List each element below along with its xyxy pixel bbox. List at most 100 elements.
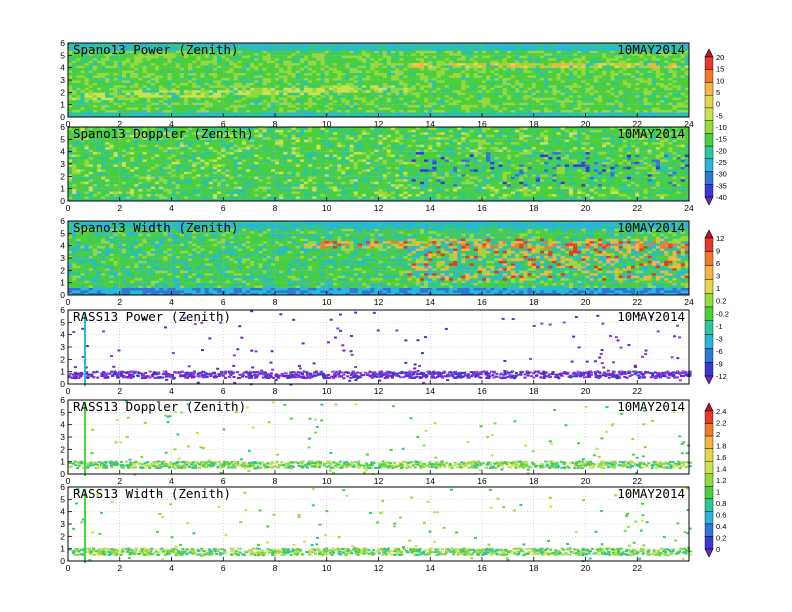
heatmap-cell (536, 58, 541, 61)
heatmap-cell (528, 102, 533, 105)
heatmap-cell (420, 68, 425, 71)
heatmap-cell (358, 53, 363, 56)
heatmap-cell (573, 95, 578, 98)
heatmap-cell (225, 70, 230, 73)
heatmap-cell (304, 58, 309, 61)
heatmap-cell (292, 75, 297, 78)
heatmap-cell (345, 50, 350, 53)
heatmap-cell (184, 112, 189, 115)
heatmap-cell (97, 186, 102, 189)
heatmap-cell (138, 105, 143, 108)
heatmap-cell (623, 58, 628, 61)
heatmap-cell (552, 110, 557, 113)
heatmap-cell (308, 63, 313, 66)
heatmap-cell (358, 45, 363, 48)
heatmap-cell (544, 95, 549, 98)
heatmap-cell (267, 105, 272, 108)
heatmap-cell (316, 105, 321, 108)
heatmap-cell (407, 58, 412, 61)
heatmap-cell (540, 45, 545, 48)
heatmap-cell (581, 75, 586, 78)
heatmap-cell (486, 58, 491, 61)
heatmap-cell (586, 112, 591, 115)
heatmap-cell (474, 55, 479, 58)
heatmap-cell (391, 82, 396, 85)
heatmap-cell (205, 112, 210, 115)
heatmap-cell (93, 144, 98, 147)
heatmap-cell (362, 60, 367, 63)
heatmap-cell (300, 100, 305, 103)
heatmap-cell (329, 82, 334, 85)
heatmap-cell (68, 189, 73, 192)
heatmap-cell (246, 68, 251, 71)
heatmap-cell (275, 92, 280, 95)
heatmap-cell (424, 85, 429, 88)
heatmap-cell (279, 95, 284, 98)
heatmap-cell (453, 80, 458, 83)
heatmap-cell (143, 95, 148, 98)
heatmap-cell (358, 112, 363, 115)
heatmap-cell (312, 45, 317, 48)
heatmap-cell (519, 97, 524, 100)
heatmap-cell (619, 63, 624, 66)
heatmap-cell (519, 50, 524, 53)
heatmap-cell (449, 92, 454, 95)
heatmap-cell (424, 102, 429, 105)
heatmap-cell (72, 112, 77, 115)
heatmap-cell (333, 95, 338, 98)
heatmap-cell (217, 95, 222, 98)
heatmap-cell (234, 102, 239, 105)
heatmap-cell (577, 82, 582, 85)
heatmap-cell (614, 90, 619, 93)
heatmap-cell (209, 80, 214, 83)
heatmap-cell (345, 110, 350, 113)
heatmap-cell (362, 70, 367, 73)
heatmap-cell (72, 92, 77, 95)
heatmap-cell (89, 80, 94, 83)
heatmap-cell (544, 60, 549, 63)
heatmap-cell (97, 149, 102, 152)
heatmap-cell (474, 95, 479, 98)
heatmap-cell (89, 95, 94, 98)
heatmap-cell (72, 82, 77, 85)
heatmap-cell (366, 60, 371, 63)
heatmap-cell (482, 50, 487, 53)
heatmap-cell (507, 97, 512, 100)
heatmap-cell (424, 90, 429, 93)
heatmap-cell (445, 50, 450, 53)
heatmap-cell (548, 55, 553, 58)
heatmap-cell (482, 92, 487, 95)
heatmap-cell (238, 97, 243, 100)
heatmap-cell (457, 92, 462, 95)
heatmap-cell (432, 48, 437, 51)
heatmap-cell (312, 87, 317, 90)
heatmap-cell (217, 90, 222, 93)
heatmap-cell (598, 63, 603, 66)
heatmap-cell (424, 50, 429, 53)
heatmap-cell (76, 100, 81, 103)
heatmap-cell (292, 95, 297, 98)
heatmap-cell (229, 97, 234, 100)
heatmap-cell (681, 90, 686, 93)
heatmap-cell (101, 179, 106, 182)
heatmap-cell (619, 68, 624, 71)
heatmap-cell (561, 80, 566, 83)
heatmap-cell (130, 80, 135, 83)
heatmap-cell (606, 75, 611, 78)
heatmap-cell (93, 147, 98, 150)
heatmap-cell (109, 73, 114, 76)
heatmap-cell (176, 105, 181, 108)
heatmap-cell (308, 80, 313, 83)
heatmap-cell (561, 97, 566, 100)
heatmap-cell (267, 92, 272, 95)
heatmap-cell (598, 45, 603, 48)
heatmap-cell (300, 92, 305, 95)
heatmap-cell (234, 107, 239, 110)
heatmap-cell (594, 80, 599, 83)
heatmap-cell (85, 95, 90, 98)
heatmap-cell (209, 105, 214, 108)
heatmap-cell (540, 107, 545, 110)
heatmap-cell (271, 65, 276, 68)
heatmap-cell (225, 60, 230, 63)
heatmap-cell (126, 164, 131, 167)
